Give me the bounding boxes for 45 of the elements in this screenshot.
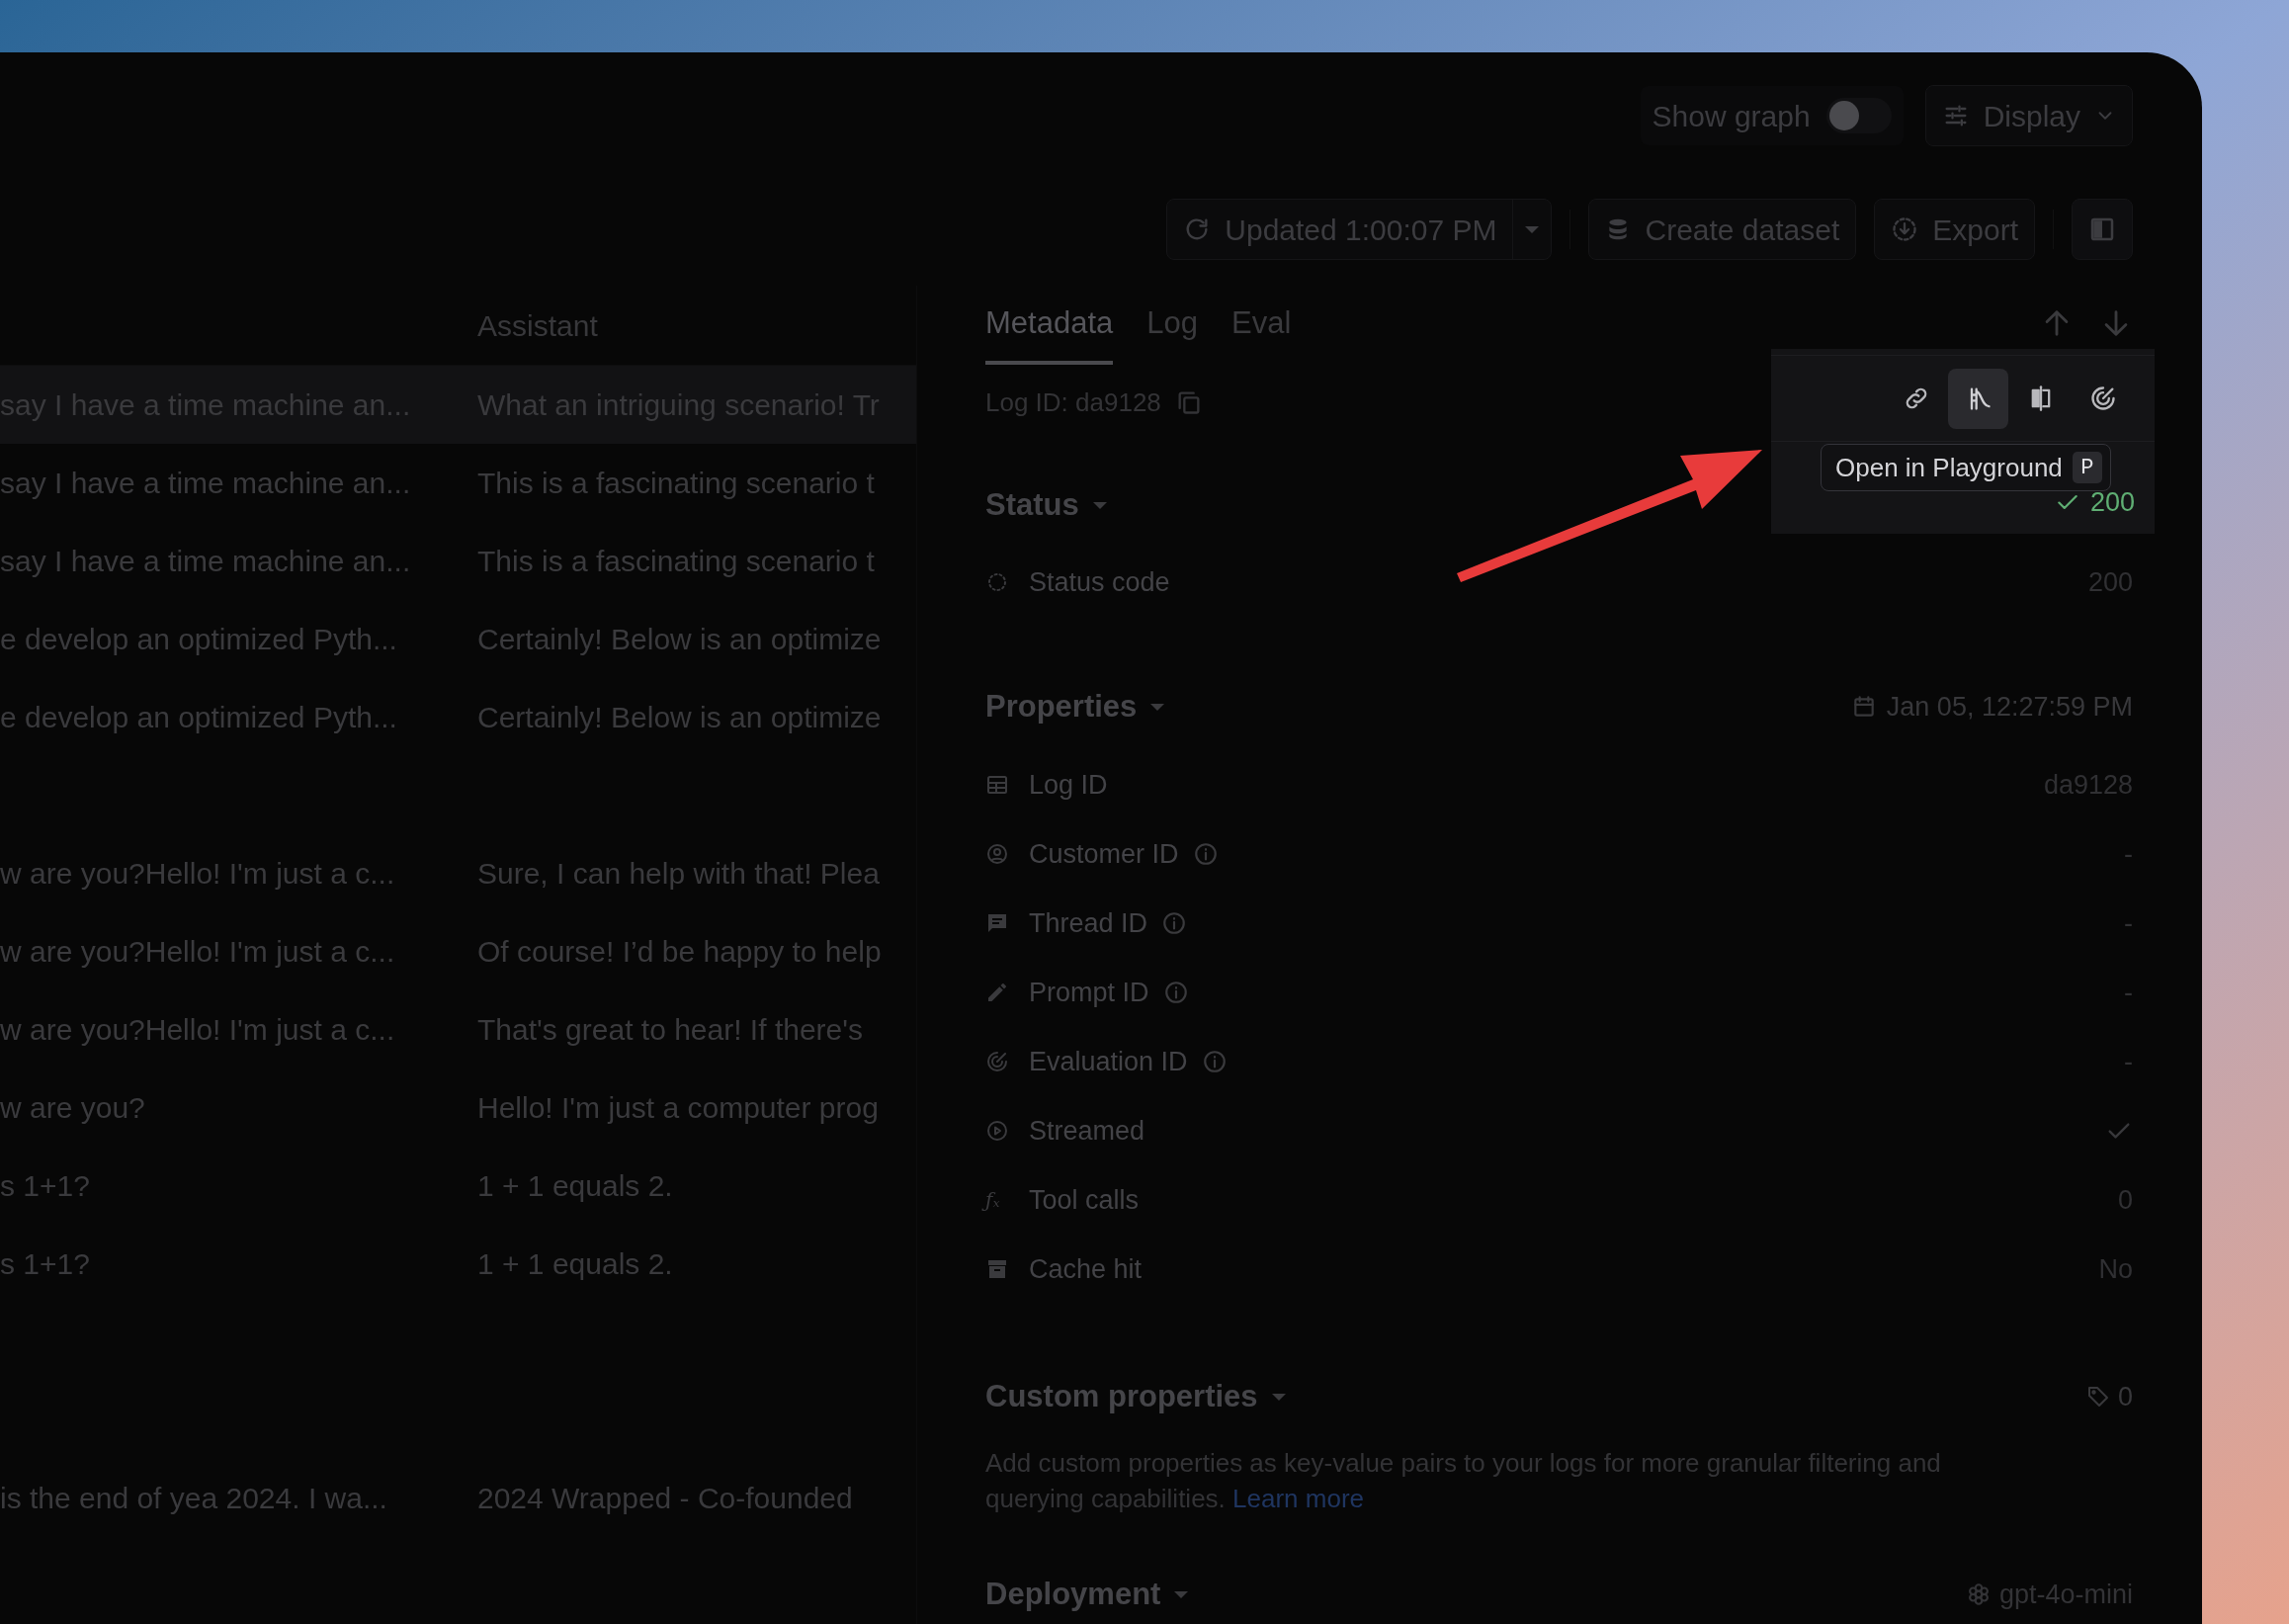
property-value: - (2124, 837, 2133, 871)
property-label: Customer ID (1029, 837, 1179, 871)
section-title[interactable]: Properties (985, 683, 1138, 730)
tooltip-text: Open in Playground (1835, 451, 2063, 484)
export-icon (1891, 215, 1919, 243)
play-circle-icon (985, 1119, 1009, 1143)
caret-down-icon (1092, 501, 1107, 509)
table-icon (985, 773, 1009, 797)
shortcut-key: P (2072, 452, 2102, 483)
chat-icon (985, 911, 1009, 935)
user-circle-icon (985, 842, 1009, 866)
section-title[interactable]: Status (985, 481, 1079, 529)
property-label: Evaluation ID (1029, 1045, 1188, 1078)
info-icon[interactable] (1161, 910, 1188, 936)
caret-down-icon (1525, 225, 1540, 233)
info-icon[interactable] (1192, 841, 1219, 867)
property-label: Status code (1029, 565, 1170, 599)
property-label: Prompt ID (1029, 976, 1149, 1009)
section-title[interactable]: Custom properties (985, 1373, 1258, 1420)
property-label: Cache hit (1029, 1252, 1143, 1286)
tag-icon (2085, 1385, 2110, 1409)
property-label: Thread ID (1029, 906, 1148, 940)
info-icon[interactable] (1201, 1049, 1228, 1074)
target-icon (985, 1050, 1009, 1073)
learn-more-link[interactable]: Learn more (1232, 1484, 1364, 1513)
status-value: 200 (2089, 485, 2135, 519)
caret-down-icon (1150, 703, 1165, 711)
loading-icon (985, 570, 1009, 594)
property-label: Log ID (1029, 768, 1108, 802)
property-value: - (2124, 906, 2133, 940)
pencil-icon (985, 981, 1009, 1004)
property-label: Streamed (1029, 1114, 1145, 1148)
caret-down-icon (1174, 1590, 1189, 1598)
property-value: - (2124, 1045, 2133, 1078)
section-title[interactable]: Deployment (985, 1571, 1161, 1618)
action-button[interactable] (1948, 368, 2008, 429)
tab[interactable]: Metadata (985, 286, 1114, 365)
property-label: Tool calls (1029, 1183, 1140, 1217)
info-icon[interactable] (1162, 980, 1189, 1005)
property-value: - (2124, 976, 2133, 1009)
toggle-panel-button[interactable] (2072, 199, 2133, 260)
show-graph-toggle[interactable] (1825, 98, 1892, 133)
archive-icon (985, 1257, 1009, 1281)
caret-down-icon (1271, 1393, 1286, 1401)
target-icon (2088, 385, 2117, 412)
